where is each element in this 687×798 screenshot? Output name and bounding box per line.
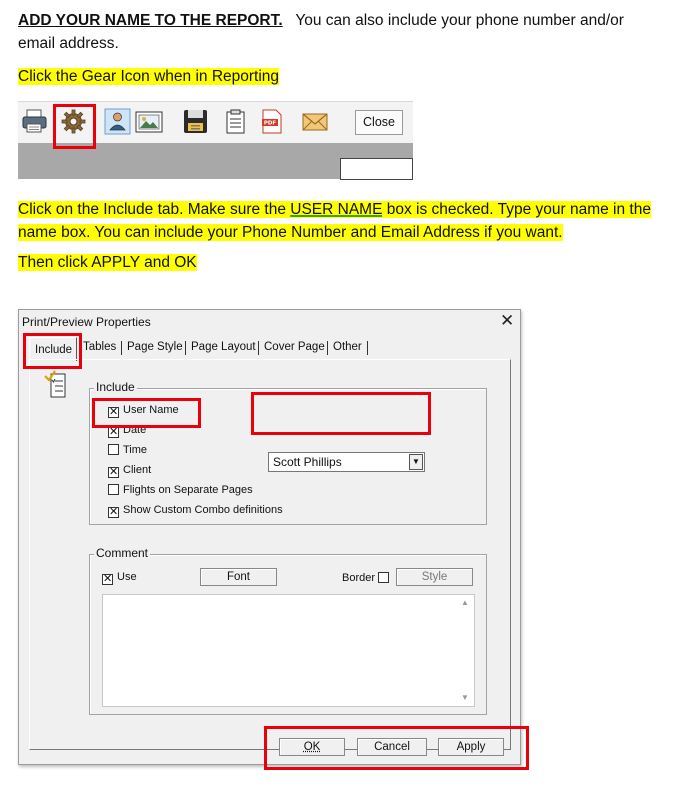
step-3-text: Then click APPLY and OK [18,254,197,271]
user-name-value: Scott Phillips [273,455,342,469]
step-3-instruction: Then click APPLY and OK [18,251,658,274]
picture-icon[interactable] [134,108,164,135]
user-name-highlight-box [92,398,201,428]
custom-combo-label: Show Custom Combo definitions [123,504,283,516]
buttons-highlight-box [264,726,529,770]
tab-bar: Include Tables Page Style Page Layout Co… [25,336,505,361]
flights-checkbox-row[interactable]: Flights on Separate Pages [108,484,253,498]
border-label: Border [342,572,376,584]
border-checkbox[interactable] [378,572,390,583]
date-checkbox[interactable]: ✕ [108,427,119,438]
step-2-user-name: USER NAME [290,201,383,218]
time-label: Time [123,444,148,456]
chevron-down-icon[interactable]: ▼ [409,454,423,470]
printer-icon[interactable] [21,108,48,135]
dialog-close-icon[interactable]: ✕ [500,311,514,331]
pdf-icon[interactable]: PDF [258,108,285,135]
tab-separator [121,341,122,355]
comment-group: Comment ✕ Use Font Border Style ▲ ▼ [89,546,487,715]
tab-separator [367,341,368,355]
step-2-before: Click on the Include tab. Make sure the [18,201,286,218]
tab-page-layout[interactable]: Page Layout [191,341,256,353]
use-checkbox-row[interactable]: ✕ Use [102,571,137,585]
save-icon[interactable] [182,108,209,135]
custom-combo-checkbox[interactable]: ✕ [108,507,119,518]
email-icon[interactable] [301,108,329,135]
tab-tables[interactable]: Tables [83,341,116,353]
use-checkbox[interactable]: ✕ [102,574,113,585]
checklist-icon [44,370,66,398]
style-button[interactable]: Style [396,568,473,586]
comment-group-label: Comment [94,546,151,560]
comment-textarea[interactable]: ▲ ▼ [102,594,475,707]
step-1-text: Click the Gear Icon when in Reporting [18,68,280,85]
custom-combo-checkbox-row[interactable]: ✕ Show Custom Combo definitions [108,504,283,518]
include-tab-highlight-box [23,333,82,369]
tab-cover-page[interactable]: Cover Page [264,341,325,353]
client-checkbox-row[interactable]: ✕ Client [108,464,151,478]
toolbar-screenshot: PDF Close [18,99,413,183]
flights-label: Flights on Separate Pages [123,484,253,496]
step-1-instruction: Click the Gear Icon when in Reporting [18,65,658,88]
preview-page [340,158,413,180]
font-button[interactable]: Font [200,568,277,586]
pdf-icon-label: PDF [264,121,277,127]
flights-checkbox[interactable] [108,484,119,495]
border-checkbox-row[interactable]: Border [342,572,393,586]
tab-separator [185,341,186,355]
client-checkbox[interactable]: ✕ [108,467,119,478]
intro-heading: ADD YOUR NAME TO THE REPORT. [18,12,283,29]
print-preview-dialog: Print/Preview Properties ✕ Include Table… [18,309,521,765]
user-icon[interactable] [104,108,131,135]
scroll-up-icon[interactable]: ▲ [461,598,469,607]
use-label: Use [117,571,137,583]
scroll-down-icon[interactable]: ▼ [461,693,469,702]
tab-separator [258,341,259,355]
user-name-combo[interactable]: Scott Phillips ▼ [268,452,425,472]
user-combo-highlight-box [251,392,431,435]
step-2-instruction: Click on the Include tab. Make sure the … [18,198,658,244]
gear-highlight-box [53,104,96,149]
dialog-title: Print/Preview Properties [22,315,151,329]
client-label: Client [123,464,152,476]
tab-separator [327,341,328,355]
close-button[interactable]: Close [355,110,403,135]
intro-paragraph: ADD YOUR NAME TO THE REPORT. You can als… [18,9,658,55]
tab-page-style[interactable]: Page Style [127,341,183,353]
include-group-label: Include [94,380,137,394]
clipboard-icon[interactable] [222,108,249,135]
tab-other[interactable]: Other [333,341,362,353]
time-checkbox[interactable] [108,444,119,455]
time-checkbox-row[interactable]: Time [108,444,147,458]
